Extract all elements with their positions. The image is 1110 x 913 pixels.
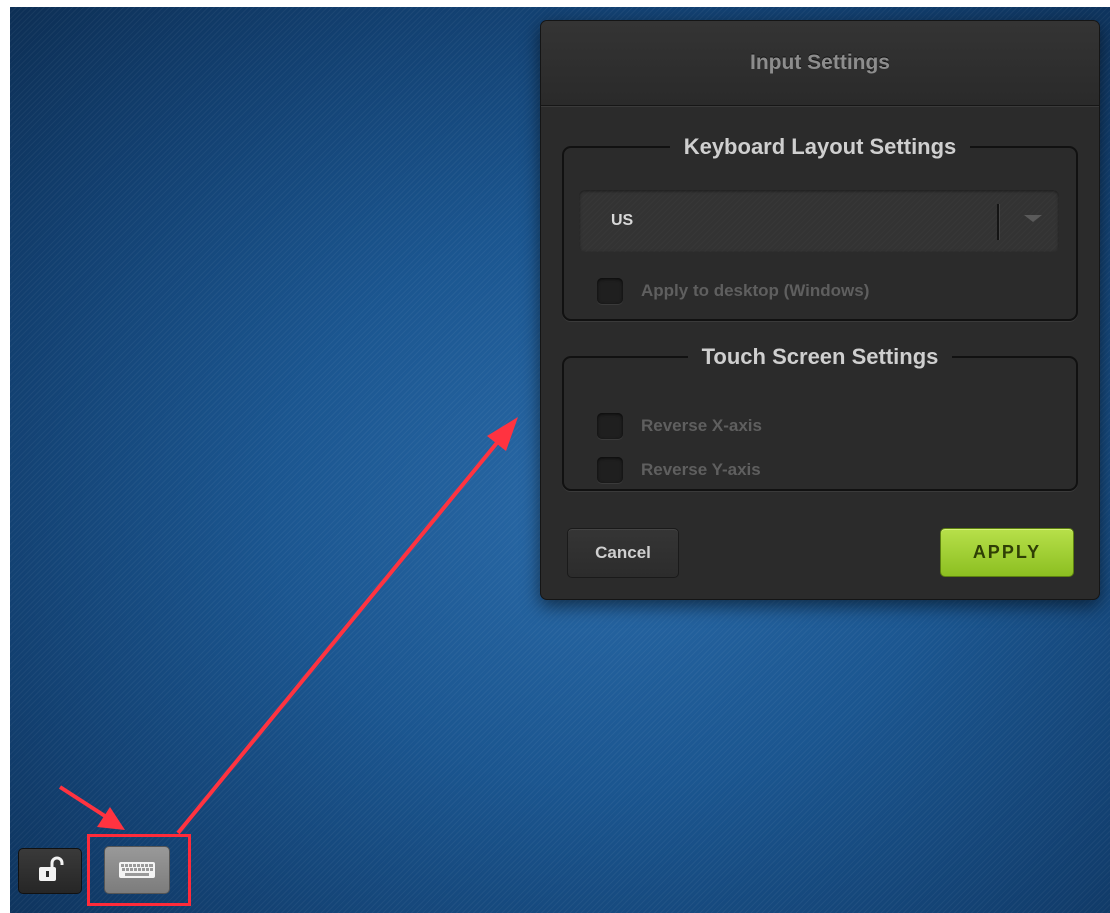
apply-to-desktop-label[interactable]: Apply to desktop (Windows) [641,281,869,301]
keyboard-layout-settings-group: Keyboard Layout Settings US Apply to des… [562,134,1078,321]
keyboard-button[interactable] [104,846,170,894]
reverse-y-axis-label[interactable]: Reverse Y-axis [641,460,761,480]
reverse-y-axis-row[interactable]: Reverse Y-axis [597,456,761,484]
reverse-x-axis-checkbox[interactable] [597,413,623,439]
lock-button[interactable] [18,848,82,894]
apply-button[interactable]: APPLY [940,528,1074,577]
keyboard-layout-value: US [611,212,634,229]
apply-to-desktop-checkbox[interactable] [597,278,623,304]
touch-screen-settings-group: Touch Screen Settings Reverse X-axis Rev… [562,344,1078,491]
chevron-down-icon[interactable] [1024,215,1042,222]
touch-screen-settings-legend: Touch Screen Settings [701,344,939,369]
keyboard-icon [119,862,155,878]
desktop-background: Input Settings Keyboard Layout Settings … [10,7,1110,913]
dialog-header: Input Settings [541,21,1099,106]
reverse-x-axis-label[interactable]: Reverse X-axis [641,416,762,436]
select-divider [997,204,999,240]
dialog-title: Input Settings [750,51,890,74]
apply-to-desktop-row[interactable]: Apply to desktop (Windows) [597,277,869,305]
reverse-x-axis-row[interactable]: Reverse X-axis [597,412,762,440]
unlock-icon [39,856,64,881]
reverse-y-axis-checkbox[interactable] [597,457,623,483]
cancel-button[interactable]: Cancel [567,528,679,578]
keyboard-layout-settings-legend: Keyboard Layout Settings [683,134,957,159]
keyboard-layout-select[interactable]: US [579,190,1059,252]
input-settings-dialog: Input Settings Keyboard Layout Settings … [540,20,1100,600]
